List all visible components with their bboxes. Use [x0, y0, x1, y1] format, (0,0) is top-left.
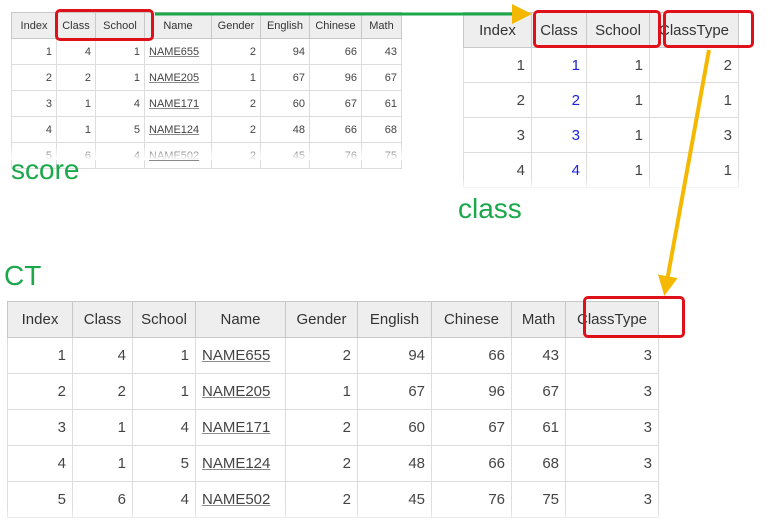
result-yellow-arrow — [658, 49, 711, 296]
arrow-overlay — [155, 4, 711, 296]
